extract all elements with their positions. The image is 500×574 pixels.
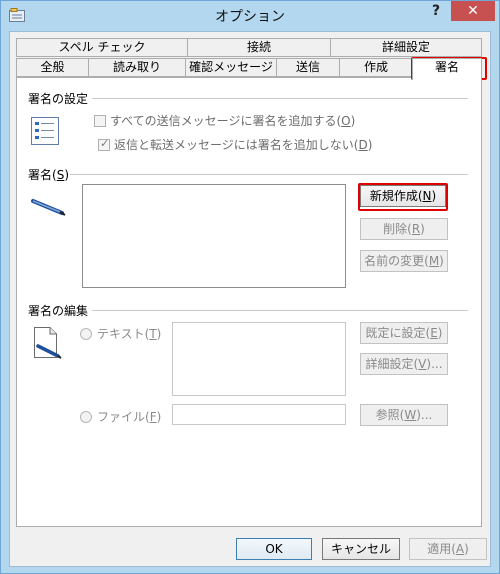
help-button[interactable]: ?	[425, 3, 447, 23]
file-radio-key: F	[149, 410, 157, 424]
file-radio-suffix: )	[156, 410, 162, 424]
add-all-label-key: O	[341, 114, 351, 128]
file-radio-row[interactable]: ファイル(F)	[80, 408, 161, 425]
rename-signature-button[interactable]: 名前の変更(M)	[360, 250, 448, 272]
signature-heading-suffix: )	[64, 168, 69, 182]
add-all-label-prefix: すべての送信メッセージに署名を追加する(	[110, 114, 342, 128]
signature-file-path-input[interactable]	[172, 404, 346, 425]
apply-key: A	[455, 542, 465, 556]
rename-button-key: M	[428, 254, 440, 268]
delete-signature-button[interactable]: 削除(R)	[360, 218, 448, 240]
delete-button-suffix: )	[420, 222, 425, 236]
file-radio-prefix: ファイル(	[97, 410, 150, 424]
options-window: オプション ? ✕ スペル チェック 接続 詳細設定 全般 読み取り 確認メッセ…	[0, 0, 500, 574]
set-default-prefix: 既定に設定(	[365, 326, 431, 340]
close-button[interactable]: ✕	[451, 1, 495, 21]
tab-general[interactable]: 全般	[16, 58, 89, 77]
browse-button[interactable]: 参照(W)...	[360, 404, 448, 426]
browse-prefix: 参照(	[375, 408, 405, 422]
tab-connection[interactable]: 接続	[187, 38, 331, 57]
set-default-button[interactable]: 既定に設定(E)	[360, 322, 448, 344]
no-reply-label-key: D	[358, 138, 368, 152]
tab-spell-check[interactable]: スペル チェック	[16, 38, 188, 57]
signature-separator	[70, 174, 468, 175]
text-radio-key: T	[149, 327, 157, 341]
pen-icon	[31, 199, 66, 216]
tab-advanced[interactable]: 詳細設定	[330, 38, 482, 57]
text-radio-row[interactable]: テキスト(T)	[80, 325, 161, 342]
title-bar[interactable]: オプション ? ✕	[1, 1, 499, 29]
checklist-icon	[31, 117, 59, 145]
text-radio-suffix: )	[156, 327, 162, 341]
add-signature-all-label: すべての送信メッセージに署名を追加する(O)	[110, 112, 355, 129]
file-radio[interactable]	[80, 410, 92, 423]
tab-signature[interactable]: 署名	[412, 58, 482, 80]
rename-button-suffix: )	[439, 254, 444, 268]
set-default-suffix: )	[437, 326, 443, 340]
add-all-label-suffix: )	[350, 114, 356, 128]
edit-signature-separator	[92, 310, 468, 311]
signature-settings-separator	[92, 98, 468, 99]
no-reply-label-prefix: 返信と転送メッセージには署名を追加しない(	[114, 138, 359, 152]
new-button-prefix: 新規作成(	[369, 189, 423, 203]
signature-settings-heading: 署名の設定	[28, 92, 89, 106]
dialog-client: スペル チェック 接続 詳細設定 全般 読み取り 確認メッセージ 送信 作成 署…	[9, 31, 491, 567]
tab-compose[interactable]: 作成	[339, 58, 413, 77]
set-default-key: E	[430, 326, 438, 340]
signature-list[interactable]	[82, 184, 346, 288]
advanced-suffix: )...	[426, 357, 443, 371]
apply-prefix: 適用(	[427, 542, 456, 556]
add-signature-all-checkbox[interactable]	[94, 114, 106, 127]
text-radio-label: テキスト(T)	[97, 325, 161, 342]
new-signature-button[interactable]: 新規作成(N)	[360, 185, 446, 207]
add-signature-all-checkbox-row[interactable]: すべての送信メッセージに署名を追加する(O)	[94, 112, 355, 129]
signature-heading-prefix: 署名(	[28, 168, 57, 182]
tab-confirm-message[interactable]: 確認メッセージ	[185, 58, 277, 77]
advanced-prefix: 詳細設定(	[365, 357, 419, 371]
no-signature-reply-checkbox-row[interactable]: 返信と転送メッセージには署名を追加しない(D)	[98, 136, 372, 153]
text-radio[interactable]	[80, 327, 92, 340]
rename-button-prefix: 名前の変更(	[364, 254, 429, 268]
browse-suffix: )...	[416, 408, 433, 422]
cancel-button[interactable]: キャンセル	[322, 538, 400, 560]
delete-button-key: R	[411, 222, 421, 236]
browse-key: W	[404, 408, 417, 422]
ok-button[interactable]: OK	[236, 538, 312, 560]
file-radio-label: ファイル(F)	[97, 408, 161, 425]
text-radio-prefix: テキスト(	[97, 327, 150, 341]
document-pen-icon	[34, 327, 62, 359]
signature-text-editor[interactable]	[172, 322, 346, 396]
new-button-suffix: )	[431, 189, 437, 203]
delete-button-prefix: 削除(	[383, 222, 412, 236]
no-signature-reply-checkbox[interactable]	[98, 137, 110, 151]
advanced-settings-button[interactable]: 詳細設定(V)...	[360, 353, 448, 375]
no-signature-reply-label: 返信と転送メッセージには署名を追加しない(D)	[114, 136, 372, 153]
signature-heading: 署名(S)	[28, 166, 69, 183]
tab-read[interactable]: 読み取り	[88, 58, 186, 77]
apply-suffix: )	[464, 542, 469, 556]
edit-signature-heading: 署名の編集	[28, 304, 89, 318]
tab-send[interactable]: 送信	[276, 58, 340, 77]
no-reply-label-suffix: )	[367, 138, 373, 152]
apply-button[interactable]: 適用(A)	[409, 538, 487, 560]
